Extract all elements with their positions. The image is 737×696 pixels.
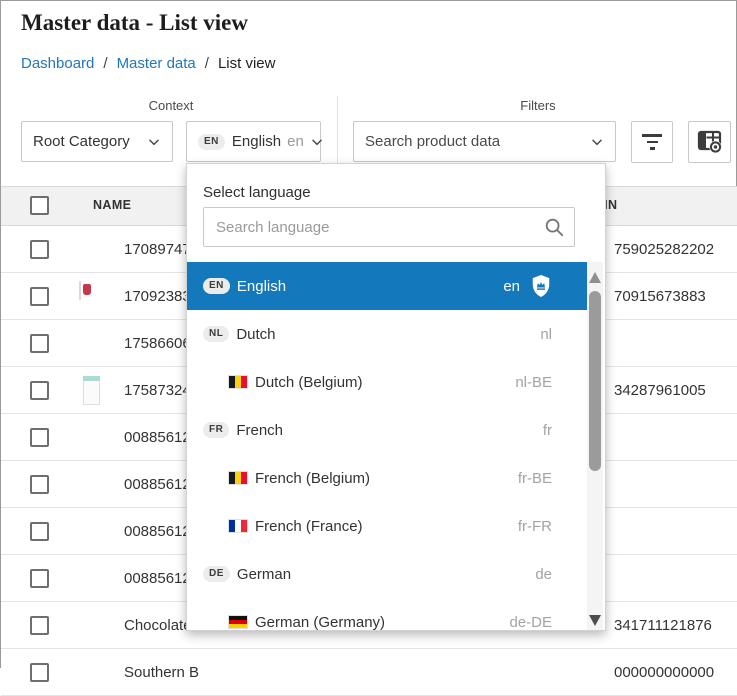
language-label: German (Germany) [255,614,385,631]
belgium-flag-icon [228,471,248,485]
cell-name: 00885612 [124,429,191,446]
row-checkbox[interactable] [30,287,49,306]
language-option-french-france[interactable]: French (France) fr-FR [187,502,587,550]
cell-name: 17089747 [124,241,191,258]
cell-name: 17587324 [124,382,191,399]
column-visibility-button[interactable] [688,121,731,163]
language-label: German [237,566,291,583]
dropdown-scrollbar-thumb[interactable] [589,291,601,471]
row-checkbox[interactable] [30,381,49,400]
row-checkbox[interactable] [30,428,49,447]
chevron-down-icon [147,135,161,149]
language-code-badge: DE [203,566,230,582]
language-code-badge: EN [203,278,230,294]
cell-gtin: 000000000000 [614,664,714,681]
language-code: fr-BE [518,470,552,487]
language-option-french[interactable]: FR French fr [187,406,587,454]
language-code: de [535,566,552,583]
category-select[interactable]: Root Category [21,121,173,162]
column-visibility-icon [697,130,723,154]
language-option-english[interactable]: EN English en [187,262,587,310]
chevron-down-icon [310,135,324,149]
filter-button[interactable] [631,121,673,163]
language-code: nl-BE [515,374,552,391]
column-header-name[interactable]: NAME [93,198,131,212]
germany-flag-icon [228,615,248,629]
language-label: French (Belgium) [255,470,370,487]
breadcrumb-separator: / [103,55,107,72]
cell-gtin: 341711121876 [614,617,712,634]
breadcrumb-master-data[interactable]: Master data [117,55,196,72]
language-search-input[interactable] [203,207,575,247]
language-code: de-DE [509,614,552,631]
cell-gtin: 34287961005 [614,382,706,399]
language-label: French (France) [255,518,363,535]
language-code: fr-FR [518,518,552,535]
scrollbar-up-arrow-icon[interactable] [589,272,601,283]
breadcrumb: Dashboard / Master data / List view [21,55,275,72]
product-search-select[interactable]: Search product data [353,121,616,162]
row-checkbox[interactable] [30,616,49,635]
shield-crown-icon [530,274,552,298]
cell-gtin: 70915673883 [614,288,706,305]
dropdown-title: Select language [203,184,311,201]
language-code: fr [543,422,552,439]
select-all-checkbox[interactable] [30,196,49,215]
product-thumbnail [79,376,105,405]
row-checkbox[interactable] [30,334,49,353]
language-label: Dutch [236,326,275,343]
cell-name: 00885612 [124,476,191,493]
toolbar-divider [337,96,338,169]
language-option-dutch-belgium[interactable]: Dutch (Belgium) nl-BE [187,358,587,406]
language-option-german[interactable]: DE German de [187,550,587,598]
language-select[interactable]: EN English en [186,121,321,162]
language-label: English [237,278,286,295]
chevron-down-icon [590,135,604,149]
cell-name: 00885612 [124,523,191,540]
cell-gtin: 759025282202 [614,241,714,258]
category-select-value: Root Category [33,133,141,150]
language-select-code: en [287,133,304,150]
breadcrumb-separator: / [205,55,209,72]
context-group-label: Context [21,98,321,113]
filter-icon [642,134,662,150]
cell-name: 00885612 [124,570,191,587]
filters-group-label: Filters [353,98,723,113]
language-option-french-belgium[interactable]: French (Belgium) fr-BE [187,454,587,502]
language-label: French [236,422,283,439]
cell-name: 17586606 [124,335,191,352]
row-checkbox[interactable] [30,663,49,682]
scrollbar-down-arrow-icon[interactable] [589,615,601,626]
belgium-flag-icon [228,375,248,389]
product-thumbnail [79,282,105,311]
row-checkbox[interactable] [30,475,49,494]
breadcrumb-current: List view [218,55,276,72]
language-code: nl [540,326,552,343]
language-list: EN English en NL Dutch nl Dutch (Belgium… [187,262,587,631]
language-badge: EN [198,134,225,150]
language-label: Dutch (Belgium) [255,374,363,391]
cell-name: Southern B [124,664,199,681]
language-select-value: English [232,133,281,150]
row-checkbox[interactable] [30,569,49,588]
page-title: Master data - List view [21,10,248,36]
language-code: en [503,278,520,295]
language-option-german-germany[interactable]: German (Germany) de-DE [187,598,587,631]
product-search-placeholder: Search product data [365,133,584,150]
cell-name: 17092383 [124,288,191,305]
table-row[interactable]: Southern B 000000000000 [1,649,737,696]
language-option-dutch[interactable]: NL Dutch nl [187,310,587,358]
cell-name: Chocolate [124,617,192,634]
row-checkbox[interactable] [30,240,49,259]
language-code-badge: FR [203,422,229,438]
search-icon [543,216,565,238]
language-dropdown-panel: Select language EN English en NL Dutch n… [186,163,606,631]
france-flag-icon [228,519,248,533]
breadcrumb-dashboard[interactable]: Dashboard [21,55,94,72]
language-code-badge: NL [203,326,229,342]
row-checkbox[interactable] [30,522,49,541]
